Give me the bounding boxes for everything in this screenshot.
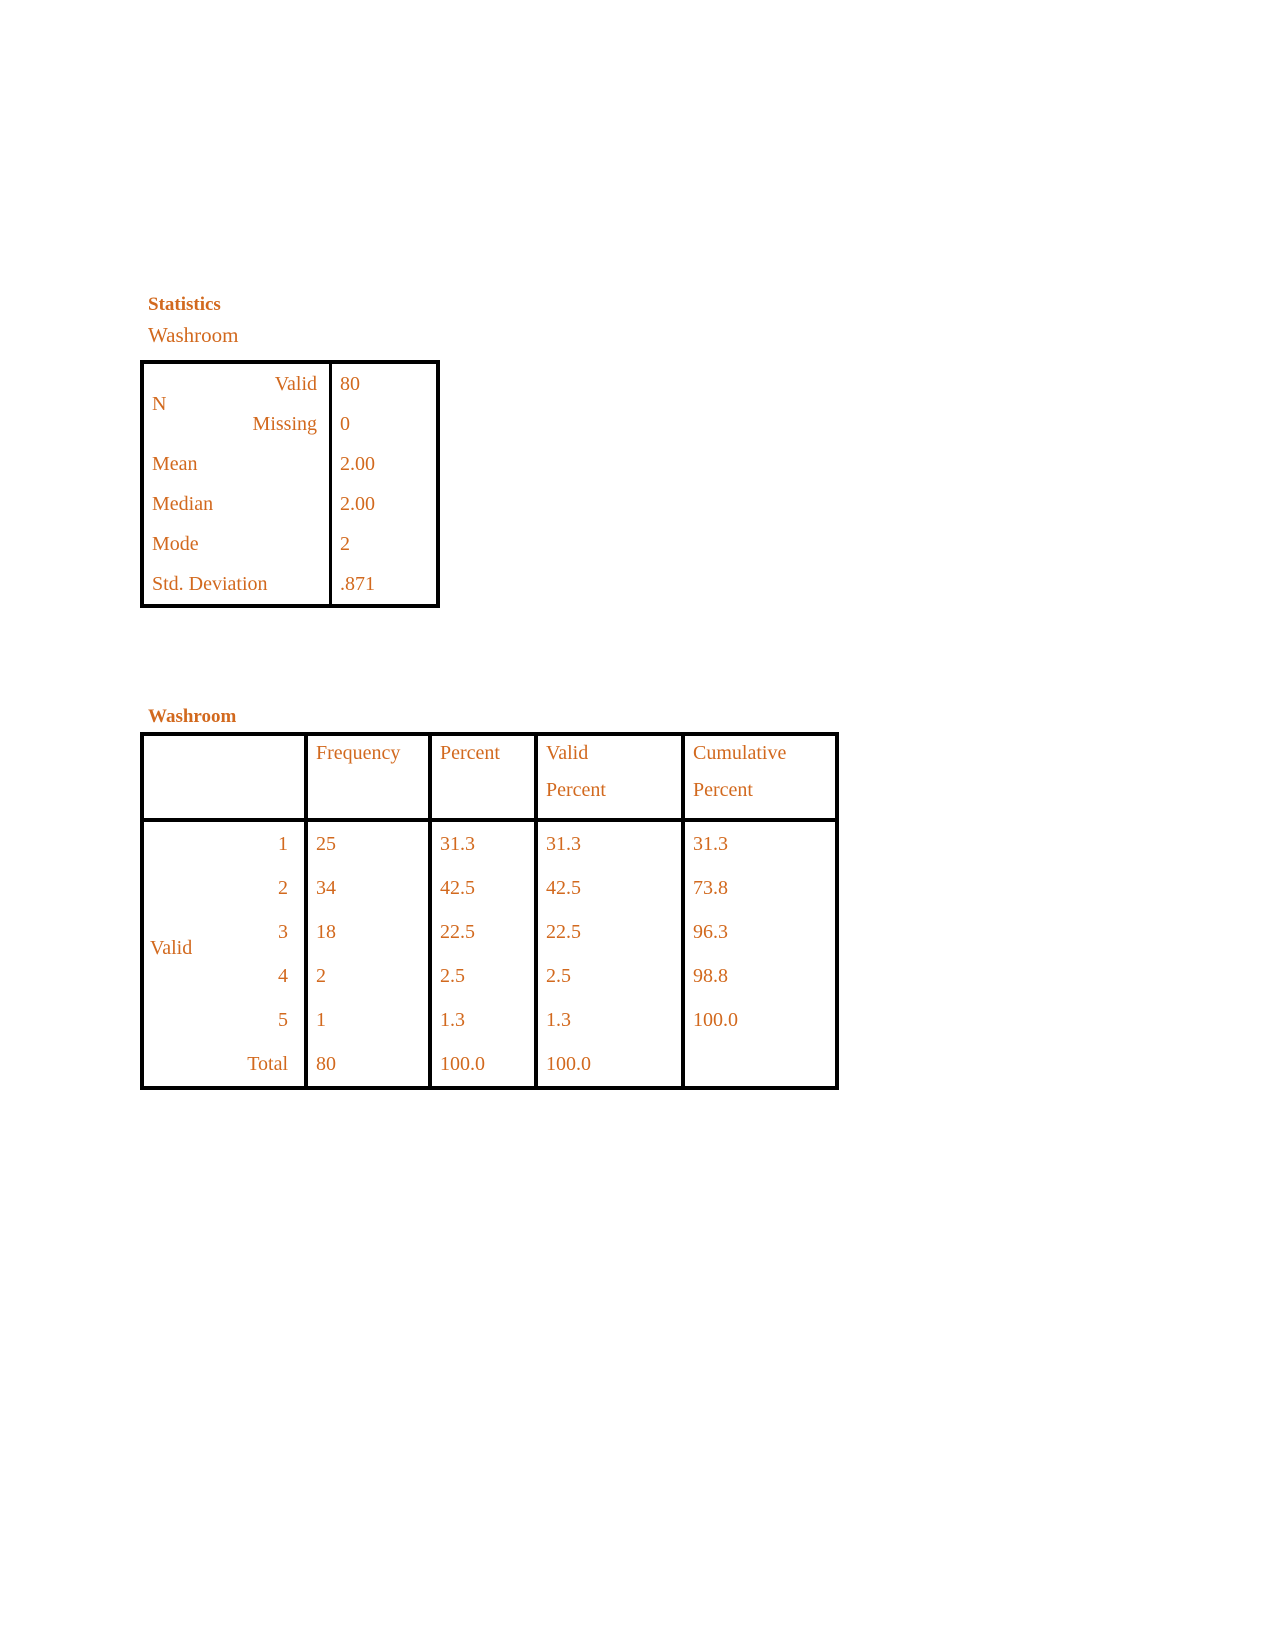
- stat-label-mode: Mode: [152, 532, 199, 555]
- header-percent: Percent: [428, 734, 536, 822]
- statistics-table: N Valid 80 Missing 0 Mean 2.00 Median 2.…: [140, 360, 440, 608]
- row-cumulative-percent-2: 73.8: [681, 866, 837, 910]
- header-cumulative-percent-line1: Cumulative: [693, 742, 787, 764]
- stat-sublabel-missing: Missing: [252, 412, 317, 435]
- row-frequency-total: 80: [304, 1042, 430, 1088]
- row-percent-5: 1.3: [428, 998, 536, 1042]
- stat-label-mean: Mean: [152, 452, 198, 475]
- table-row: N Valid 80: [142, 362, 438, 415]
- statistics-table-subtitle: Washroom: [148, 323, 239, 347]
- frequency-table: Frequency Percent Valid Percent Cumulati…: [140, 732, 839, 1090]
- stat-value-mean: 2.00: [329, 444, 438, 484]
- row-category-1: 1: [278, 832, 288, 855]
- table-row: Median 2.00: [142, 484, 438, 524]
- header-valid-percent-line2: Percent: [546, 779, 606, 801]
- frequency-block: Washroom Frequency Percent Valid Percent…: [140, 704, 839, 1090]
- header-cumulative-percent-line2: Percent: [693, 779, 753, 801]
- row-category-4: 4: [278, 964, 288, 987]
- header-corner-blank: [142, 734, 306, 822]
- stat-value-mode: 2: [329, 524, 438, 564]
- stat-value-n-valid: 80: [329, 362, 438, 404]
- table-row: 2 34 42.5 42.5 73.8: [142, 866, 837, 910]
- frequency-table-title: Washroom: [148, 706, 237, 727]
- table-row: Mode 2: [142, 524, 438, 564]
- frequency-group-label-valid: Valid: [150, 937, 193, 959]
- row-percent-1: 31.3: [428, 820, 536, 866]
- row-percent-total: 100.0: [428, 1042, 536, 1088]
- stat-label-n: N: [152, 392, 167, 415]
- table-row: 3 18 22.5 22.5 96.3: [142, 910, 837, 954]
- row-cumulative-percent-4: 98.8: [681, 954, 837, 998]
- table-row: 4 2 2.5 2.5 98.8: [142, 954, 837, 998]
- table-row-total: Total 80 100.0 100.0: [142, 1042, 837, 1088]
- header-frequency: Frequency: [304, 734, 430, 822]
- table-header-row: Frequency Percent Valid Percent Cumulati…: [142, 734, 837, 822]
- table-row: 5 1 1.3 1.3 100.0: [142, 998, 837, 1042]
- stat-sublabel-valid: Valid: [274, 372, 317, 395]
- table-row: Mean 2.00: [142, 444, 438, 484]
- stat-label-std-deviation: Std. Deviation: [152, 572, 268, 595]
- row-percent-3: 22.5: [428, 910, 536, 954]
- row-frequency-5: 1: [304, 998, 430, 1042]
- stat-label-median: Median: [152, 492, 214, 515]
- row-category-5: 5: [278, 1008, 288, 1031]
- table-row: Std. Deviation .871: [142, 564, 438, 606]
- row-percent-4: 2.5: [428, 954, 536, 998]
- row-valid-percent-2: 42.5: [534, 866, 683, 910]
- row-valid-percent-total: 100.0: [534, 1042, 683, 1088]
- row-cumulative-percent-5: 100.0: [681, 998, 837, 1042]
- row-cumulative-percent-1: 31.3: [681, 820, 837, 866]
- row-valid-percent-1: 31.3: [534, 820, 683, 866]
- row-frequency-2: 34: [304, 866, 430, 910]
- row-cumulative-percent-total: [681, 1042, 837, 1088]
- statistics-table-title: Statistics: [148, 294, 221, 315]
- header-cumulative-percent: Cumulative Percent: [681, 734, 837, 822]
- row-category-2: 2: [278, 876, 288, 899]
- row-valid-percent-3: 22.5: [534, 910, 683, 954]
- stat-value-n-missing: 0: [329, 404, 438, 444]
- header-valid-percent-line1: Valid: [546, 742, 589, 764]
- row-cumulative-percent-3: 96.3: [681, 910, 837, 954]
- stat-value-median: 2.00: [329, 484, 438, 524]
- row-frequency-4: 2: [304, 954, 430, 998]
- row-frequency-3: 18: [304, 910, 430, 954]
- table-row: 1 25 31.3 31.3 31.3: [142, 820, 837, 866]
- row-valid-percent-4: 2.5: [534, 954, 683, 998]
- statistics-block: Statistics Washroom N Valid 80 Missing 0…: [140, 292, 440, 608]
- stat-value-std-deviation: .871: [329, 564, 438, 606]
- row-valid-percent-5: 1.3: [534, 998, 683, 1042]
- row-category-total: Total: [247, 1052, 288, 1075]
- row-percent-2: 42.5: [428, 866, 536, 910]
- header-valid-percent: Valid Percent: [534, 734, 683, 822]
- row-frequency-1: 25: [304, 820, 430, 866]
